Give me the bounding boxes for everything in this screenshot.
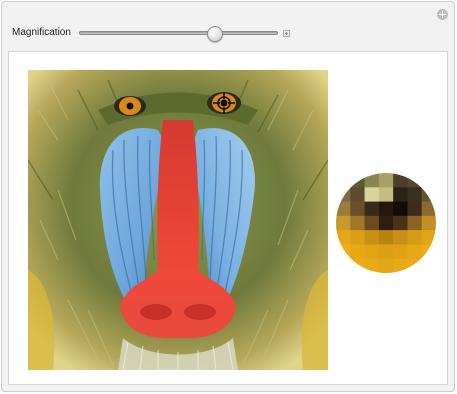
magnified-pixel bbox=[364, 244, 380, 260]
magnified-pixel bbox=[421, 201, 436, 217]
magnified-pixel bbox=[378, 244, 394, 260]
magnified-pixel bbox=[350, 244, 366, 260]
magnified-pixel bbox=[350, 201, 366, 217]
magnified-pixel bbox=[364, 201, 380, 217]
magnified-pixel bbox=[407, 187, 423, 203]
magnified-pixel bbox=[378, 173, 394, 188]
magnified-pixel bbox=[378, 230, 394, 245]
magnified-pixel bbox=[350, 173, 366, 188]
manipulate-frame: Magnification bbox=[1, 1, 455, 392]
magnified-pixel bbox=[364, 215, 380, 231]
magnification-label: Magnification bbox=[12, 27, 71, 38]
magnified-pixel bbox=[393, 187, 408, 203]
magnified-pixel bbox=[407, 258, 423, 273]
magnified-pixel bbox=[407, 201, 423, 217]
control-bar: Magnification bbox=[2, 2, 454, 52]
magnified-pixel bbox=[350, 258, 366, 273]
magnified-pixel bbox=[336, 201, 351, 217]
magnified-pixel bbox=[378, 258, 394, 273]
magnified-pixel bbox=[421, 215, 436, 231]
magnified-pixel bbox=[393, 258, 408, 273]
magnified-pixel bbox=[350, 230, 366, 245]
magnified-pixel bbox=[364, 173, 380, 188]
magnified-pixel bbox=[407, 244, 423, 260]
magnified-pixel bbox=[378, 201, 394, 217]
magnified-pixel bbox=[336, 244, 351, 260]
magnification-slider[interactable] bbox=[79, 31, 278, 35]
crosshair-icon[interactable] bbox=[28, 70, 328, 370]
magnified-pixel bbox=[421, 230, 436, 245]
magnified-pixel bbox=[393, 215, 408, 231]
magnified-pixel bbox=[350, 187, 366, 203]
mandrill-face-image[interactable] bbox=[28, 70, 328, 370]
plus-icon[interactable] bbox=[283, 30, 290, 37]
magnified-pixel bbox=[421, 173, 436, 188]
magnified-pixel bbox=[393, 201, 408, 217]
magnified-pixel bbox=[364, 187, 380, 203]
add-circle-icon[interactable] bbox=[437, 9, 448, 20]
magnified-pixel bbox=[350, 215, 366, 231]
magnified-pixel bbox=[336, 187, 351, 203]
magnified-pixel bbox=[407, 173, 423, 188]
magnified-pixel bbox=[336, 173, 351, 188]
magnified-pixel bbox=[421, 187, 436, 203]
magnified-pixel bbox=[421, 258, 436, 273]
magnified-pixel bbox=[393, 173, 408, 188]
magnification-slider-thumb[interactable] bbox=[207, 26, 224, 42]
magnified-pixel bbox=[336, 230, 351, 245]
magnified-pixel bbox=[393, 230, 408, 245]
magnified-pixel bbox=[407, 230, 423, 245]
magnified-pixel bbox=[421, 244, 436, 260]
magnified-pixel bbox=[393, 244, 408, 260]
magnifier-lens bbox=[336, 173, 436, 273]
magnified-pixel bbox=[364, 258, 380, 273]
magnified-pixel bbox=[378, 215, 394, 231]
magnified-pixel bbox=[407, 215, 423, 231]
magnified-pixel bbox=[378, 187, 394, 203]
magnified-pixel bbox=[336, 258, 351, 273]
magnified-pixel bbox=[364, 230, 380, 245]
magnified-pixel bbox=[336, 215, 351, 231]
output-panel bbox=[8, 51, 448, 385]
